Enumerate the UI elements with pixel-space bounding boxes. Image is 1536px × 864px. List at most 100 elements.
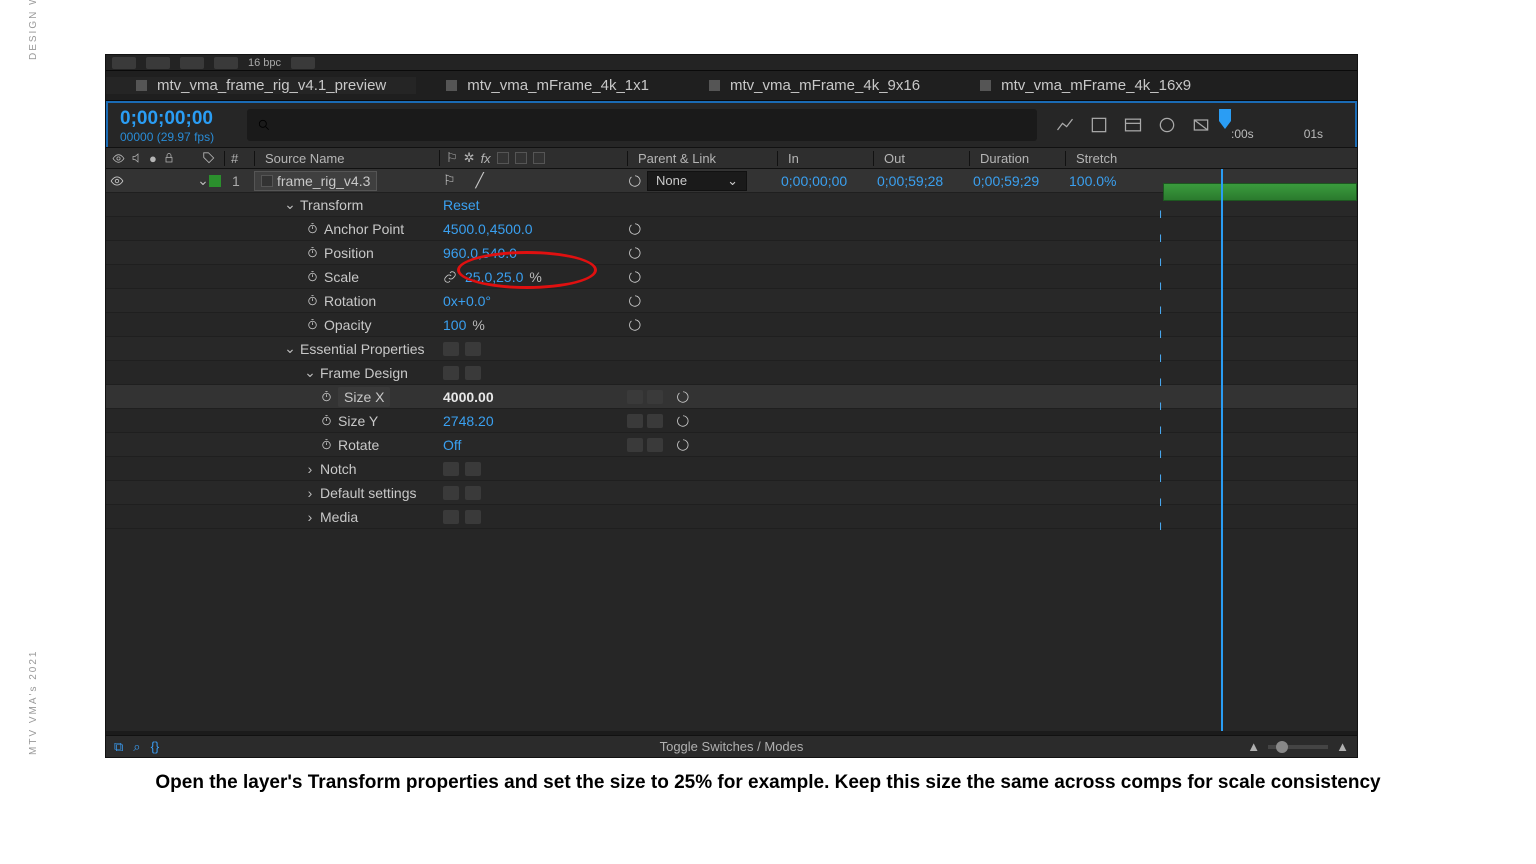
playhead[interactable]: [1221, 169, 1223, 731]
pull-btn[interactable]: [627, 390, 643, 404]
comp-tab[interactable]: mtv_vma_frame_rig_v4.1_preview: [106, 77, 416, 94]
push-btn[interactable]: [465, 510, 481, 524]
push-btn[interactable]: [647, 438, 663, 452]
essential-properties-group[interactable]: ⌄Essential Properties I: [106, 337, 1357, 361]
stopwatch-icon[interactable]: [304, 293, 320, 309]
pickwhip-icon[interactable]: [675, 413, 691, 429]
frame-design-group[interactable]: ⌄Frame Design I: [106, 361, 1357, 385]
pickwhip-icon[interactable]: [675, 437, 691, 453]
comp-tab[interactable]: mtv_vma_mFrame_4k_16x9: [950, 77, 1221, 94]
twirl-icon[interactable]: ›: [304, 485, 316, 501]
prop-position[interactable]: Position 960.0,540.0 I: [106, 241, 1357, 265]
footer-icon[interactable]: ⧉: [114, 739, 123, 755]
pull-btn[interactable]: [443, 486, 459, 500]
prop-opacity[interactable]: Opacity 100% I: [106, 313, 1357, 337]
pickwhip-icon[interactable]: [627, 173, 643, 189]
timecode-block[interactable]: 0;00;00;00 00000 (29.97 fps): [108, 103, 243, 147]
zoom-slider[interactable]: [1268, 745, 1328, 749]
time-ruler[interactable]: :00s 01s: [1225, 103, 1355, 147]
stopwatch-icon[interactable]: [318, 437, 334, 453]
pickwhip-icon[interactable]: [627, 221, 643, 237]
layer-row[interactable]: ⌄ 1 frame_rig_v4.3 ⚐ ╱ None⌄ 0;00;00;00 …: [106, 169, 1357, 193]
collapse-switch[interactable]: ╱: [475, 172, 483, 189]
anchor-value[interactable]: 4500.0,4500.0: [439, 221, 627, 237]
reset-link[interactable]: Reset: [439, 197, 627, 213]
prop-rotation[interactable]: Rotation 0x+0.0° I: [106, 289, 1357, 313]
topbar-btn[interactable]: [112, 57, 136, 69]
twirl-icon[interactable]: ⌄: [197, 172, 209, 189]
col-source-name[interactable]: Source Name: [254, 151, 439, 166]
pull-btn[interactable]: [443, 342, 459, 356]
frame-blend-icon[interactable]: [1191, 115, 1211, 135]
motion-blur-icon[interactable]: [1157, 115, 1177, 135]
topbar-btn[interactable]: [214, 57, 238, 69]
prop-size-x[interactable]: Size X 4000.00 I: [106, 385, 1357, 409]
prop-size-y[interactable]: Size Y 2748.20 I: [106, 409, 1357, 433]
stopwatch-icon[interactable]: [304, 269, 320, 285]
shy-switch[interactable]: ⚐: [443, 172, 456, 189]
sizey-value[interactable]: 2748.20: [439, 413, 627, 429]
layer-color-swatch[interactable]: [209, 175, 221, 187]
twirl-icon[interactable]: ⌄: [284, 340, 296, 357]
twirl-icon[interactable]: ⌄: [304, 364, 316, 381]
push-btn[interactable]: [647, 414, 663, 428]
rotation-value[interactable]: 0x+0.0°: [439, 293, 627, 309]
opacity-value[interactable]: 100%: [439, 317, 627, 333]
prop-scale[interactable]: Scale 25.0,25.0% I: [106, 265, 1357, 289]
stopwatch-icon[interactable]: [304, 245, 320, 261]
sizex-value[interactable]: 4000.00: [439, 389, 627, 405]
layer-duration-bar[interactable]: [1163, 183, 1357, 201]
scale-value[interactable]: 25.0,25.0%: [439, 269, 627, 285]
comp-tab[interactable]: mtv_vma_mFrame_4k_1x1: [416, 77, 679, 94]
topbar-btn[interactable]: [146, 57, 170, 69]
stopwatch-icon[interactable]: [304, 317, 320, 333]
stopwatch-icon[interactable]: [304, 221, 320, 237]
pickwhip-icon[interactable]: [627, 269, 643, 285]
twirl-icon[interactable]: ⌄: [284, 196, 296, 213]
comp-tab[interactable]: mtv_vma_mFrame_4k_9x16: [679, 77, 950, 94]
footer-icon[interactable]: {}: [151, 739, 160, 754]
layer-duration-value[interactable]: 0;00;59;29: [969, 173, 1065, 189]
push-btn[interactable]: [647, 390, 663, 404]
layer-out-value[interactable]: 0;00;59;28: [873, 173, 969, 189]
link-icon[interactable]: [443, 269, 459, 285]
toggle-switches-button[interactable]: Toggle Switches / Modes: [660, 739, 804, 754]
prop-anchor-point[interactable]: Anchor Point 4500.0,4500.0 I: [106, 217, 1357, 241]
pull-btn[interactable]: [443, 462, 459, 476]
pickwhip-icon[interactable]: [627, 293, 643, 309]
pickwhip-icon[interactable]: [627, 317, 643, 333]
pull-btn[interactable]: [443, 366, 459, 380]
media-group[interactable]: ›Media I: [106, 505, 1357, 529]
layer-search-input[interactable]: [247, 109, 1037, 141]
renderer-icon[interactable]: [1123, 115, 1143, 135]
push-btn[interactable]: [465, 462, 481, 476]
twirl-icon[interactable]: ›: [304, 461, 316, 477]
topbar-btn[interactable]: [291, 57, 315, 69]
topbar-btn[interactable]: [180, 57, 204, 69]
draft3d-icon[interactable]: [1089, 115, 1109, 135]
pull-btn[interactable]: [443, 510, 459, 524]
eye-icon[interactable]: [110, 174, 124, 188]
parent-dropdown[interactable]: None⌄: [647, 171, 747, 191]
position-value[interactable]: 960.0,540.0: [439, 245, 627, 261]
defaults-group[interactable]: ›Default settings I: [106, 481, 1357, 505]
pickwhip-icon[interactable]: [675, 389, 691, 405]
pull-btn[interactable]: [627, 438, 643, 452]
zoom-in-icon[interactable]: ▲: [1336, 739, 1349, 754]
footer-icon[interactable]: ⌕: [133, 739, 140, 755]
pickwhip-icon[interactable]: [627, 245, 643, 261]
bit-depth-label[interactable]: 16 bpc: [248, 57, 281, 69]
notch-group[interactable]: ›Notch I: [106, 457, 1357, 481]
push-btn[interactable]: [465, 342, 481, 356]
current-timecode[interactable]: 0;00;00;00: [120, 108, 235, 130]
layer-in-value[interactable]: 0;00;00;00: [777, 173, 873, 189]
rotate-value[interactable]: Off: [439, 437, 627, 453]
pull-btn[interactable]: [627, 414, 643, 428]
graph-editor-icon[interactable]: [1055, 115, 1075, 135]
layer-name[interactable]: frame_rig_v4.3: [254, 171, 377, 191]
stopwatch-icon[interactable]: [318, 389, 334, 405]
stopwatch-icon[interactable]: [318, 413, 334, 429]
layer-stretch-value[interactable]: 100.0%: [1065, 173, 1155, 189]
zoom-out-icon[interactable]: ▲: [1247, 739, 1260, 754]
push-btn[interactable]: [465, 486, 481, 500]
